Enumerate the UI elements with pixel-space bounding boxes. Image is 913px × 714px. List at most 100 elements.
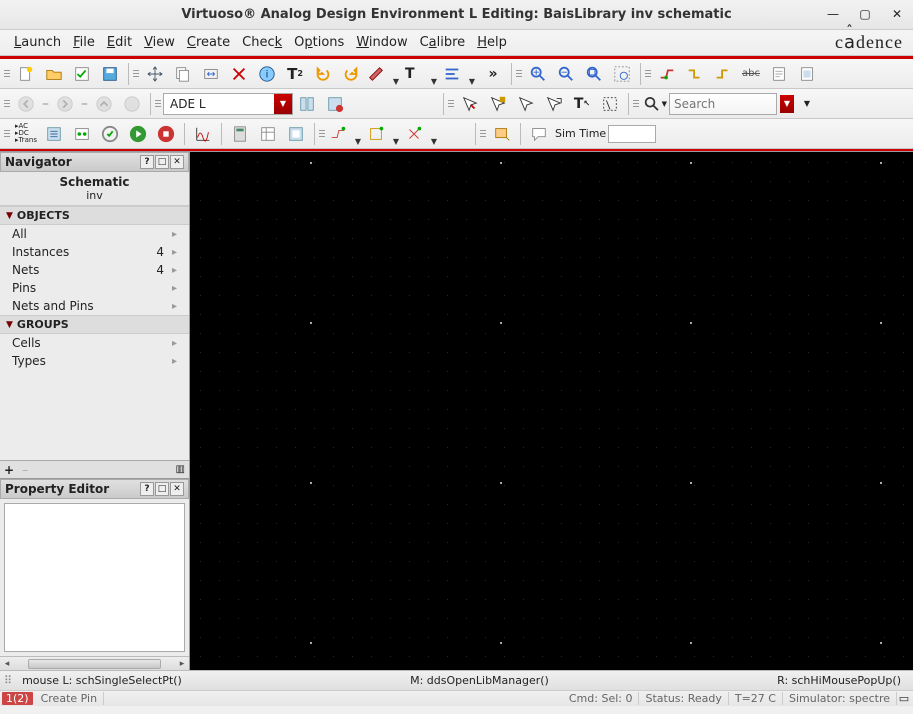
nav-float-button[interactable]: □ [155,155,169,169]
nav-item[interactable]: Cells▸ [0,334,189,352]
wire-icon-b[interactable] [682,62,708,86]
menu-calibre[interactable]: Calibre [414,33,472,52]
menu-edit[interactable]: Edit [101,33,138,52]
search-go-red[interactable]: ▼ [778,92,796,116]
select-arr1-icon[interactable] [485,92,511,116]
zoom-out-icon[interactable] [553,62,579,86]
menu-file[interactable]: File [67,33,101,52]
nav-add-button[interactable]: + [4,463,14,477]
select-check-icon[interactable] [457,92,483,116]
probe-drop2[interactable]: ▼ [366,122,402,146]
menu-window[interactable]: Window [350,33,413,52]
plot-icon[interactable] [190,122,216,146]
workspace-combo[interactable]: ADE L▼ [163,93,293,115]
nav-remove-button[interactable]: – [22,463,28,477]
search-input[interactable] [669,93,777,115]
more-icon[interactable]: » [480,62,506,86]
search-opt-icon[interactable]: ▼ [798,92,816,116]
chat-icon[interactable] [526,122,552,146]
probe-drop1[interactable]: ▼ [328,122,364,146]
nav-group-header[interactable]: ▼GROUPS [0,315,189,334]
undo-icon[interactable] [310,62,336,86]
select-arr2-icon[interactable] [513,92,539,116]
zoom-select-icon[interactable] [609,62,635,86]
run-icon[interactable] [125,122,151,146]
nav-item[interactable]: Types▸ [0,352,189,370]
text-drop-icon[interactable]: T▼ [404,62,440,86]
property-scrollbar[interactable]: ◂▸ [0,656,189,670]
maximize-button[interactable]: ▢ [855,4,875,24]
nav-item[interactable]: All▸ [0,225,189,243]
netlist-icon[interactable] [97,122,123,146]
window-title: Virtuoso® Analog Design Environment L Ed… [181,7,731,22]
save-icon[interactable] [97,62,123,86]
redo-icon[interactable] [338,62,364,86]
delete-icon[interactable] [226,62,252,86]
select-text-icon[interactable]: T↖ [569,92,595,116]
stop-icon[interactable] [153,122,179,146]
schematic-canvas[interactable] [190,152,913,670]
outputs-icon[interactable] [69,122,95,146]
probe-drop3[interactable]: ▼ [404,122,440,146]
nav-help-button[interactable]: ? [140,155,154,169]
search-drop-icon[interactable]: ▼ [642,92,668,116]
text-icon[interactable]: T2 [282,62,308,86]
move-icon[interactable] [142,62,168,86]
prop-float-button[interactable]: □ [155,482,169,496]
menu-check[interactable]: Check [236,33,288,52]
new-icon[interactable] [13,62,39,86]
menu-help[interactable]: Help [471,33,513,52]
zoom-in-icon[interactable] [525,62,551,86]
info-icon[interactable]: i [254,62,280,86]
nav-item[interactable]: Nets4▸ [0,261,189,279]
align-drop-icon[interactable]: ▼ [442,62,478,86]
select-box-icon[interactable] [597,92,623,116]
status-right: R: schHiMousePopUp() [769,674,909,687]
property-editor-body [4,503,185,652]
wire-icon-a[interactable] [654,62,680,86]
nav-item[interactable]: Instances4▸ [0,243,189,261]
nav-column-button[interactable]: ▥ [176,464,185,475]
nav-item[interactable]: Nets and Pins▸ [0,297,189,315]
open-icon[interactable] [41,62,67,86]
navigator-header: Navigator ? □ ✕ [0,152,189,172]
prop-help-button[interactable]: ? [140,482,154,496]
nav-back-icon [13,92,39,116]
cmd-status: Cmd: Sel: 0 [563,692,640,705]
nav-close-button[interactable]: ✕ [170,155,184,169]
annotate-icon[interactable] [489,122,515,146]
sim-time-input[interactable] [608,125,656,143]
doc-icon-b[interactable] [794,62,820,86]
layout-icon-b[interactable] [322,92,348,116]
select-arr3-icon[interactable] [541,92,567,116]
calc-icon[interactable] [227,122,253,146]
status-bar-2: 1(2) Create Pin Cmd: Sel: 0 Status: Read… [0,690,913,706]
status-left: mouse L: schSingleSelectPt() [14,674,190,687]
close-button[interactable]: ✕ [887,4,907,24]
ruler-drop-icon[interactable]: ▼ [366,62,402,86]
stretch-icon[interactable] [198,62,224,86]
hint-text: Create Pin [35,692,104,705]
prop-close-button[interactable]: ✕ [170,482,184,496]
minimize-button[interactable]: — [823,4,843,24]
navigator-body: ▼OBJECTSAll▸Instances4▸Nets4▸Pins▸Nets a… [0,206,189,460]
acdc-icon[interactable]: ▸AC▸DC▸Trans [13,122,39,146]
menu-options[interactable]: Options [288,33,350,52]
menu-bar: Launch File Edit View Create Check Optio… [0,30,913,56]
doc-icon-a[interactable] [766,62,792,86]
menu-create[interactable]: Create [181,33,236,52]
menu-view[interactable]: View [138,33,181,52]
menu-launch[interactable]: Launch [8,33,67,52]
label-abc-icon[interactable]: abc [738,62,764,86]
check-save-icon[interactable] [69,62,95,86]
nav-item[interactable]: Pins▸ [0,279,189,297]
browser-icon[interactable] [283,122,309,146]
nav-group-header[interactable]: ▼OBJECTS [0,206,189,225]
wire-icon-c[interactable] [710,62,736,86]
results-icon[interactable] [255,122,281,146]
var-icon[interactable] [41,122,67,146]
layout-icon-a[interactable] [294,92,320,116]
page-indicator[interactable]: 1(2) [2,692,33,705]
copy-icon[interactable] [170,62,196,86]
zoom-fit-icon[interactable] [581,62,607,86]
